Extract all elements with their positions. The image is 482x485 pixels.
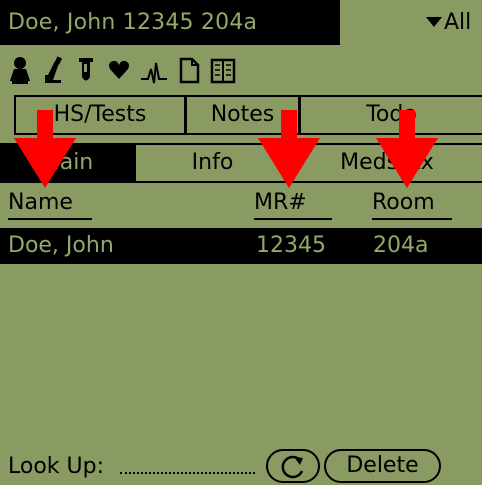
rotate-button[interactable]	[266, 449, 320, 483]
document-icon[interactable]	[177, 55, 201, 85]
ecg-icon[interactable]	[140, 55, 168, 85]
delete-button[interactable]: Delete	[324, 449, 441, 483]
column-header-room[interactable]: Room	[372, 190, 452, 220]
test-tube-icon[interactable]	[74, 55, 98, 85]
table-row[interactable]: Doe, John 12345 204a	[0, 228, 482, 264]
category-picker[interactable]: All	[340, 0, 482, 45]
dropdown-arrow-icon	[426, 17, 442, 27]
doctor-icon[interactable]	[8, 55, 32, 85]
microscope-icon[interactable]	[41, 55, 65, 85]
cell-mr: 12345	[256, 233, 326, 258]
book-icon[interactable]	[210, 55, 236, 85]
title-bar: Doe, John 12345 204a All	[0, 0, 482, 45]
lookup-label: Look Up:	[8, 454, 105, 479]
heart-icon[interactable]	[107, 55, 131, 85]
annotation-arrow-icon	[258, 110, 320, 188]
icon-toolbar	[8, 55, 236, 87]
cell-room: 204a	[373, 233, 429, 258]
rotate-icon	[281, 455, 304, 479]
lookup-input[interactable]	[120, 472, 255, 474]
category-label: All	[444, 10, 472, 35]
annotation-arrow-icon	[376, 110, 438, 188]
palm-screen: Doe, John 12345 204a All HS/Tests Notes …	[0, 0, 482, 485]
annotation-arrow-icon	[14, 110, 76, 188]
window-title: Doe, John 12345 204a	[8, 10, 258, 35]
cell-name: Doe, John	[8, 233, 114, 258]
column-header-mr[interactable]: MR#	[254, 190, 332, 220]
column-header-name[interactable]: Name	[8, 190, 92, 220]
